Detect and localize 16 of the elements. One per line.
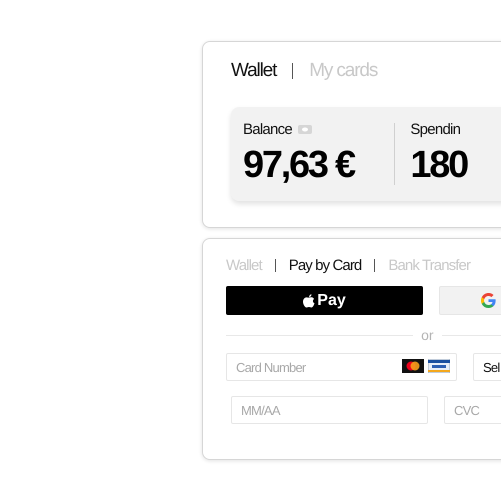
input-field[interactable]: Card Number xyxy=(226,353,457,381)
visa-card-icon xyxy=(428,359,450,373)
apple-pay-button[interactable]: Pay xyxy=(226,286,423,315)
input-field[interactable]: MM/AA xyxy=(231,396,428,424)
tab[interactable]: Wallet xyxy=(231,60,276,82)
google-icon xyxy=(481,293,496,308)
stat-label: Spendin xyxy=(410,121,460,138)
separator-text: or xyxy=(421,327,434,343)
stat-value: 180 xyxy=(410,144,468,187)
stat-value: 97,63 € xyxy=(243,144,356,187)
tab[interactable]: Pay by Card xyxy=(288,257,362,274)
input-field[interactable]: CVC xyxy=(444,396,501,424)
select-field[interactable]: Sel xyxy=(473,353,501,381)
stat-label: Balance xyxy=(243,121,292,138)
mastercard-icon xyxy=(402,359,424,373)
apple-icon xyxy=(303,294,316,308)
